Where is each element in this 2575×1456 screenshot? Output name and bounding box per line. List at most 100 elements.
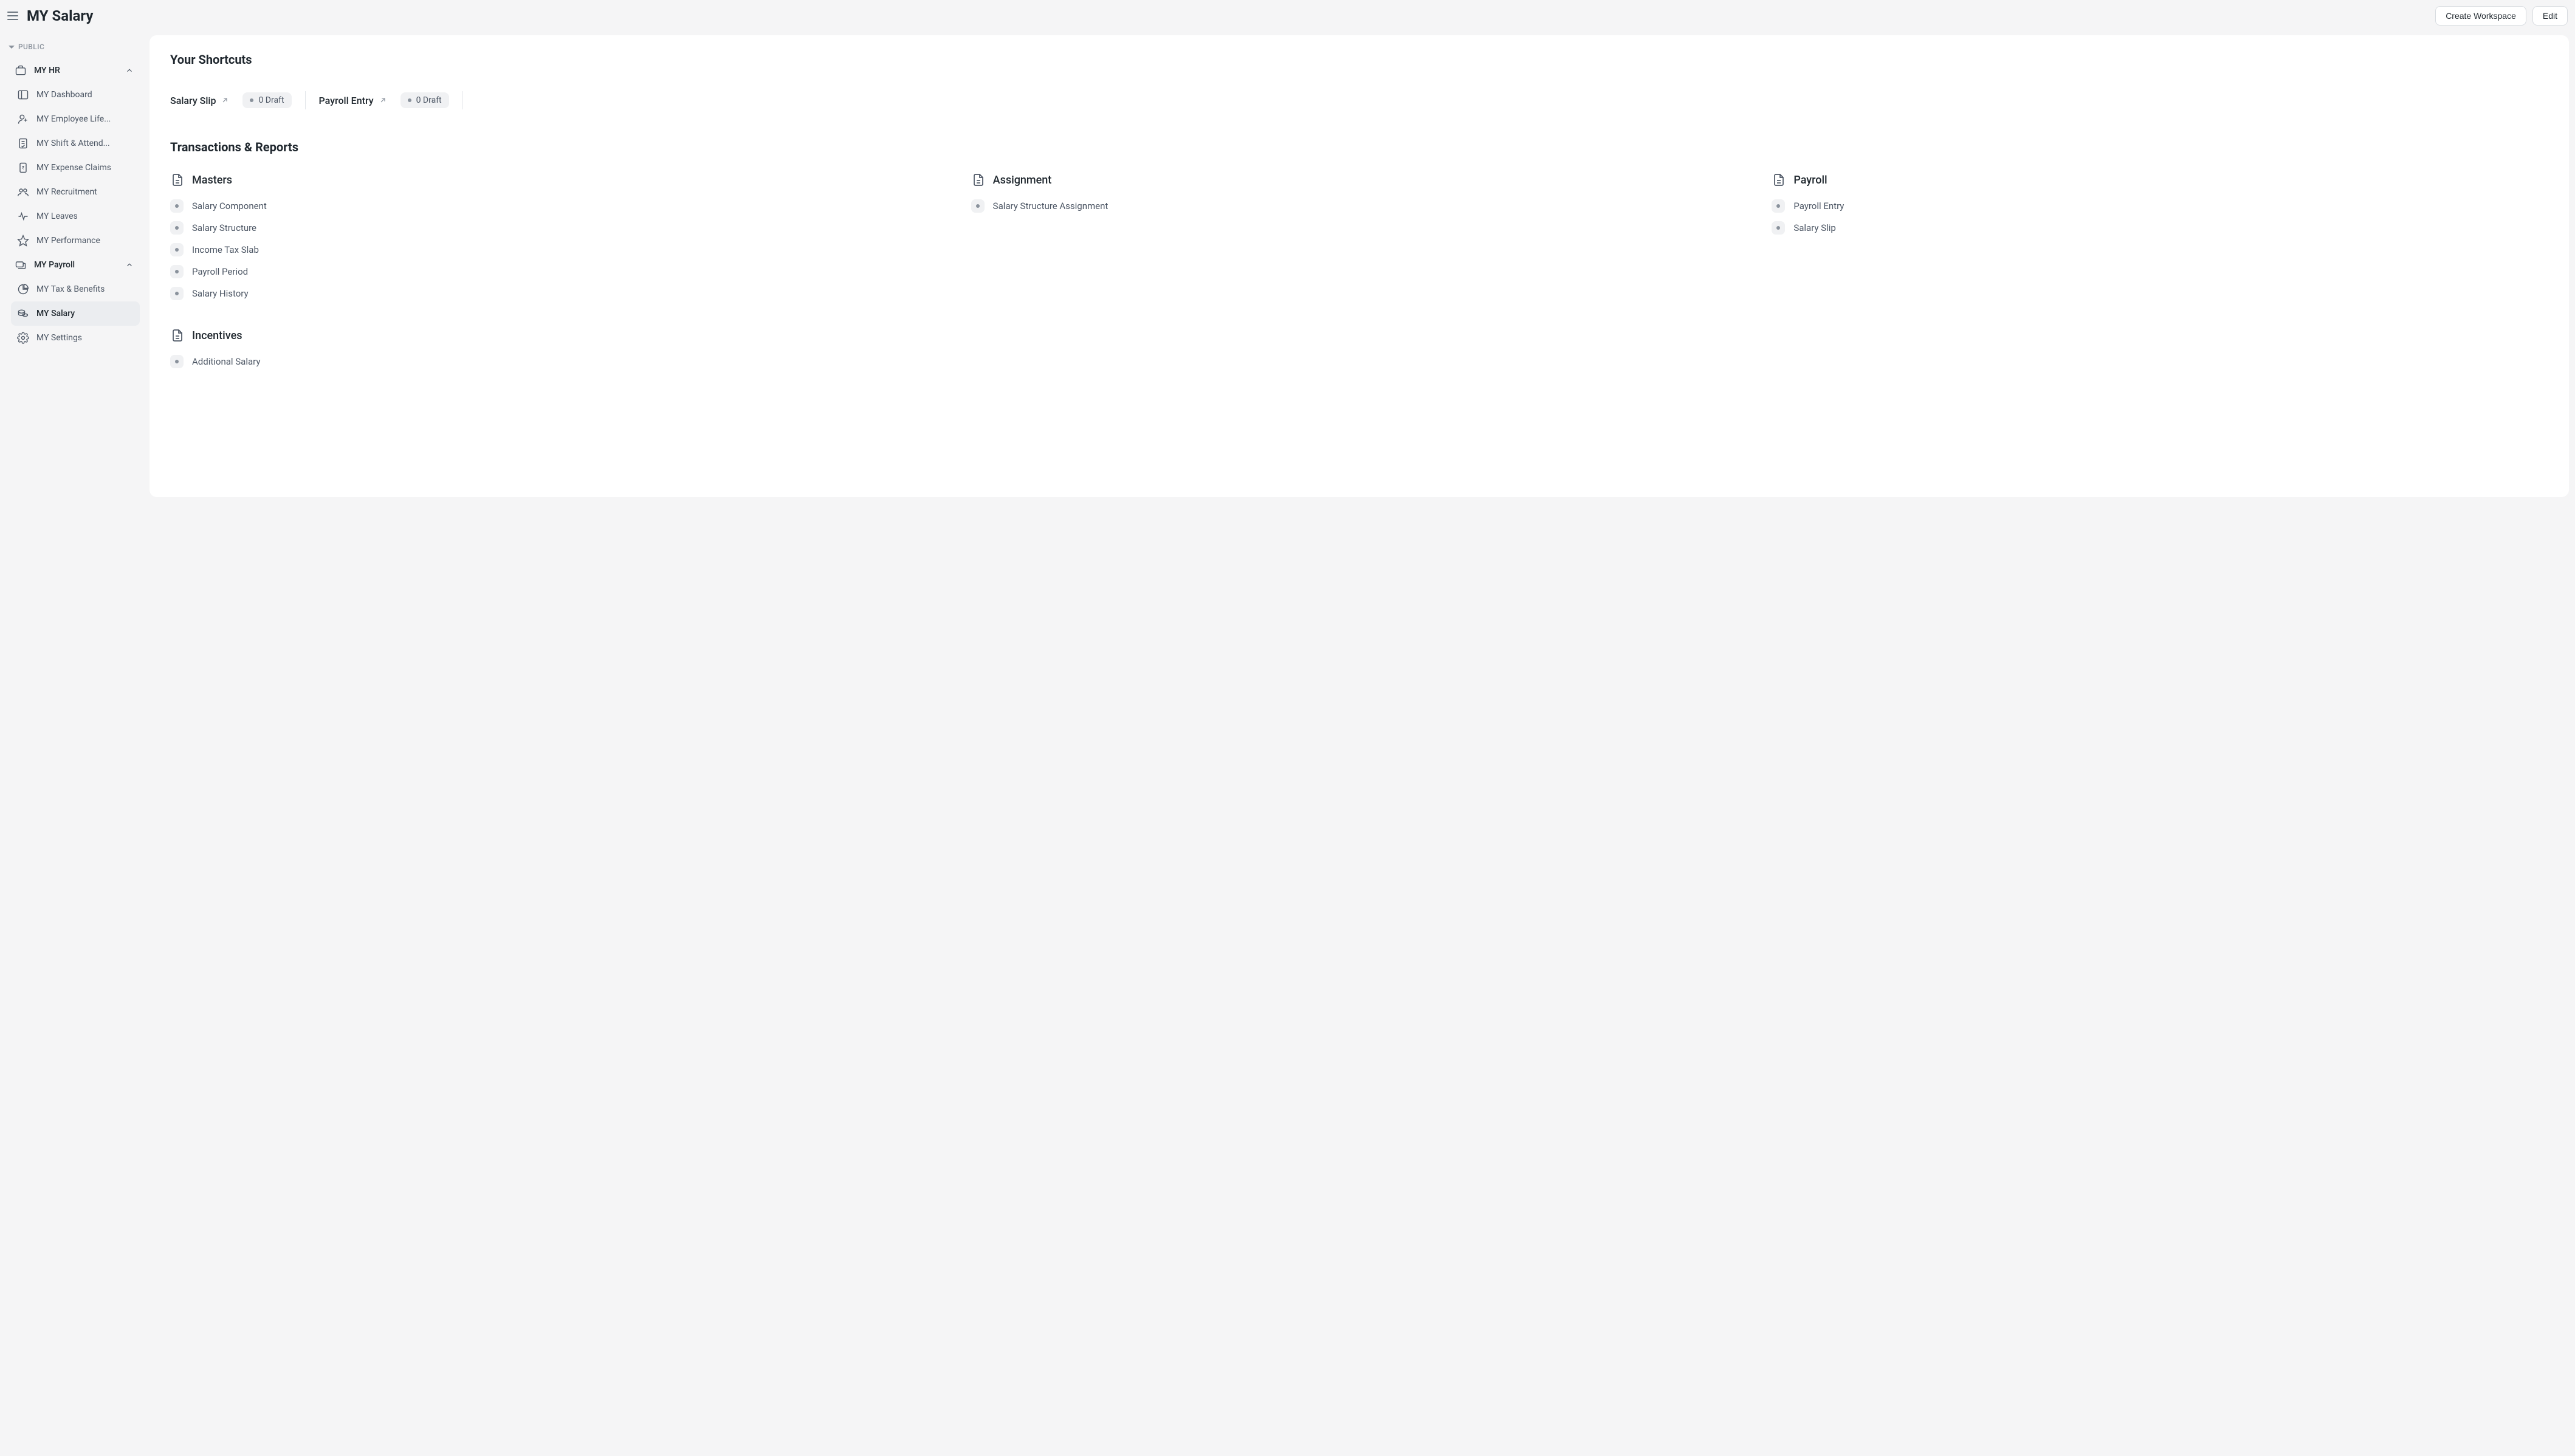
topbar: MY Salary Create Workspace Edit (0, 0, 2575, 32)
sidebar-item-my-salary[interactable]: MY Salary (11, 301, 140, 326)
link-label: Salary Slip (1793, 222, 1836, 233)
heartbeat-icon (17, 210, 29, 222)
shortcut-badge-salary-slip[interactable]: 0 Draft (242, 92, 291, 108)
sidebar-group-label: MY Payroll (34, 260, 75, 270)
link-additional-salary[interactable]: Additional Salary (170, 355, 947, 368)
card-title: Incentives (192, 329, 242, 342)
sidebar-item-my-expense-claims[interactable]: ₹ MY Expense Claims (11, 156, 140, 180)
status-pill (170, 243, 184, 256)
user-plus-icon (17, 113, 29, 125)
sidebar-group-my-hr[interactable]: MY HR (9, 58, 140, 83)
link-label: Salary Component (192, 201, 267, 211)
sidebar: PUBLIC MY HR MY Dashboard MY Employee Li… (0, 32, 146, 503)
link-label: Income Tax Slab (192, 244, 259, 255)
link-salary-component[interactable]: Salary Component (170, 199, 947, 213)
edit-button[interactable]: Edit (2532, 6, 2568, 26)
link-label: Payroll Entry (1793, 201, 1844, 211)
main-content: Your Shortcuts Salary Slip 0 Draft Payro… (150, 35, 2569, 497)
hamburger-menu-icon[interactable] (6, 9, 21, 23)
dashboard-icon (17, 89, 29, 101)
sidebar-section-label: PUBLIC (18, 43, 44, 51)
status-dot-icon (408, 98, 411, 102)
gear-icon (17, 332, 29, 344)
sidebar-item-label: MY Tax & Benefits (36, 284, 105, 294)
sidebar-item-label: MY Leaves (36, 211, 78, 221)
shortcut-salary-slip[interactable]: Salary Slip (170, 95, 229, 106)
status-pill (1772, 199, 1785, 213)
sidebar-item-label: MY Dashboard (36, 90, 92, 100)
link-salary-slip[interactable]: Salary Slip (1772, 221, 2548, 235)
badge-text: 0 Draft (258, 95, 284, 105)
users-icon (17, 186, 29, 198)
briefcase-icon (15, 64, 27, 77)
card-masters: Masters Salary Component Salary Structur… (170, 173, 947, 300)
status-pill (170, 221, 184, 235)
sidebar-section-public[interactable]: PUBLIC (9, 43, 140, 51)
status-pill (1772, 221, 1785, 235)
card-incentives: Incentives Additional Salary (170, 328, 947, 368)
arrow-up-right-icon (221, 96, 229, 105)
sidebar-item-my-tax-benefits[interactable]: MY Tax & Benefits (11, 277, 140, 301)
status-pill (170, 265, 184, 278)
link-payroll-period[interactable]: Payroll Period (170, 265, 947, 278)
document-icon (170, 328, 185, 343)
sidebar-group-label: MY HR (34, 66, 60, 75)
document-icon (170, 173, 185, 187)
divider (305, 91, 306, 109)
link-payroll-entry[interactable]: Payroll Entry (1772, 199, 2548, 213)
svg-text:₹: ₹ (22, 165, 24, 171)
card-title: Payroll (1793, 174, 1827, 187)
badge-text: 0 Draft (416, 95, 442, 105)
link-label: Additional Salary (192, 356, 260, 367)
link-salary-history[interactable]: Salary History (170, 287, 947, 300)
sidebar-item-my-employee-life[interactable]: MY Employee Life... (11, 107, 140, 131)
link-label: Salary History (192, 288, 249, 299)
card-title: Assignment (993, 174, 1052, 187)
create-workspace-button[interactable]: Create Workspace (2435, 6, 2526, 26)
link-label: Salary Structure (192, 222, 256, 233)
link-salary-structure[interactable]: Salary Structure (170, 221, 947, 235)
chevron-up-icon (125, 66, 134, 75)
payroll-icon (15, 259, 27, 271)
sidebar-item-label: MY Employee Life... (36, 114, 111, 124)
shortcut-payroll-entry[interactable]: Payroll Entry (319, 95, 387, 106)
page-title: MY Salary (27, 7, 93, 24)
document-icon (1772, 173, 1786, 187)
status-pill (170, 287, 184, 300)
sidebar-item-my-settings[interactable]: MY Settings (11, 326, 140, 350)
chevron-down-icon (9, 46, 15, 49)
status-pill (170, 355, 184, 368)
sidebar-item-label: MY Shift & Attend... (36, 139, 110, 148)
status-pill (170, 199, 184, 213)
status-pill (971, 199, 985, 213)
clipboard-check-icon (17, 137, 29, 149)
link-salary-structure-assignment[interactable]: Salary Structure Assignment (971, 199, 1748, 213)
sidebar-item-label: MY Recruitment (36, 187, 97, 197)
sidebar-item-my-performance[interactable]: MY Performance (11, 228, 140, 253)
card-assignment: Assignment Salary Structure Assignment (971, 173, 1748, 300)
shortcut-label: Salary Slip (170, 95, 216, 106)
sidebar-item-my-dashboard[interactable]: MY Dashboard (11, 83, 140, 107)
sidebar-item-my-leaves[interactable]: MY Leaves (11, 204, 140, 228)
sidebar-item-my-recruitment[interactable]: MY Recruitment (11, 180, 140, 204)
link-label: Payroll Period (192, 266, 248, 277)
star-icon (17, 235, 29, 247)
receipt-icon: ₹ (17, 162, 29, 174)
sidebar-item-label: MY Salary (36, 309, 75, 318)
sidebar-group-my-payroll[interactable]: MY Payroll (9, 253, 140, 277)
shortcut-badge-payroll-entry[interactable]: 0 Draft (401, 92, 449, 108)
sidebar-item-label: MY Performance (36, 236, 100, 246)
sidebar-item-my-shift-attend[interactable]: MY Shift & Attend... (11, 131, 140, 156)
document-icon (971, 173, 986, 187)
transactions-heading: Transactions & Reports (170, 140, 2548, 154)
shortcut-label: Payroll Entry (319, 95, 374, 106)
shortcuts-heading: Your Shortcuts (170, 52, 2548, 67)
chevron-up-icon (125, 261, 134, 269)
card-payroll: Payroll Payroll Entry Salary Slip (1772, 173, 2548, 300)
sidebar-item-label: MY Expense Claims (36, 163, 111, 173)
link-income-tax-slab[interactable]: Income Tax Slab (170, 243, 947, 256)
link-label: Salary Structure Assignment (993, 201, 1109, 211)
coins-icon (17, 307, 29, 320)
divider (462, 91, 463, 109)
pie-chart-icon (17, 283, 29, 295)
